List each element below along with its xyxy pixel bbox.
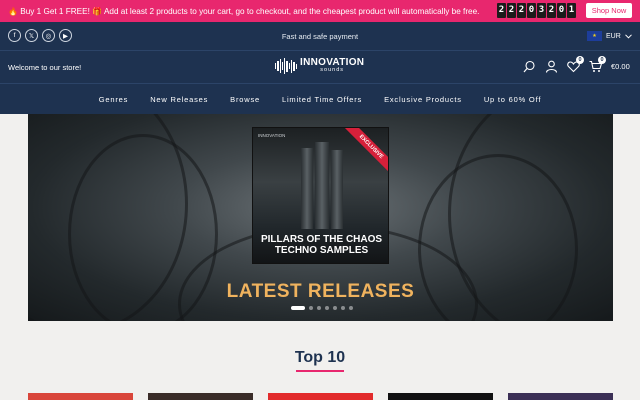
cover-pillar bbox=[315, 142, 329, 229]
top-info-bar: f 𝕏 ◎ ▶ Fast and safe payment ★ EUR bbox=[0, 22, 640, 50]
currency-selector[interactable]: ★ EUR bbox=[587, 31, 632, 41]
product-thumbnail[interactable] bbox=[388, 393, 493, 400]
countdown-digit: 2 bbox=[497, 3, 506, 18]
product-thumbnail[interactable] bbox=[28, 393, 133, 400]
slider-dot[interactable] bbox=[333, 306, 337, 310]
cart-count-badge: 0 bbox=[598, 56, 606, 64]
cover-title-line-2: TECHNO SAMPLES bbox=[274, 245, 369, 256]
countdown-timer: 2 2 2 0 3 2 0 1 bbox=[497, 3, 576, 18]
site-logo[interactable]: INNOVATION sounds bbox=[275, 58, 364, 74]
countdown-digit: 3 bbox=[537, 3, 546, 18]
slider-pagination bbox=[291, 306, 353, 310]
cart-icon[interactable]: 0 bbox=[589, 56, 606, 73]
nav-exclusive-products[interactable]: Exclusive Products bbox=[373, 95, 473, 104]
wishlist-count-badge: 0 bbox=[576, 56, 584, 64]
search-icon[interactable] bbox=[523, 60, 536, 73]
shop-now-button[interactable]: Shop Now bbox=[586, 3, 632, 18]
hero-caption: LATEST RELEASES bbox=[226, 281, 415, 302]
currency-label: EUR bbox=[606, 32, 621, 40]
slider-dot[interactable] bbox=[325, 306, 329, 310]
countdown-digit: 1 bbox=[567, 3, 576, 18]
cover-brand: INNOVATION bbox=[258, 133, 286, 138]
promo-headline: Buy 1 Get 1 FREE! bbox=[20, 6, 90, 16]
site-header: Welcome to our store! INNOVATION sounds … bbox=[0, 50, 640, 83]
cover-title: PILLARS OF THE CHAOS TECHNO SAMPLES bbox=[253, 234, 388, 256]
chevron-down-icon bbox=[624, 33, 632, 39]
header-actions: 0 0 €0.00 bbox=[523, 56, 630, 73]
exclusive-badge: EXCLUSIVE bbox=[342, 128, 388, 176]
promo-bar: 🔥 Buy 1 Get 1 FREE! 🎁 Add at least 2 pro… bbox=[0, 0, 640, 22]
account-icon[interactable] bbox=[545, 60, 558, 73]
promo-text: 🔥 Buy 1 Get 1 FREE! 🎁 Add at least 2 pro… bbox=[8, 7, 479, 16]
wishlist-icon[interactable]: 0 bbox=[567, 56, 584, 73]
slider-dot[interactable] bbox=[349, 306, 353, 310]
top10-heading-underline bbox=[296, 370, 344, 372]
slider-dot[interactable] bbox=[317, 306, 321, 310]
logo-subtitle: sounds bbox=[320, 67, 345, 74]
gift-icon: 🎁 bbox=[92, 6, 103, 16]
top10-heading: Top 10 bbox=[294, 349, 346, 366]
main-nav: Genres New Releases Browse Limited Time … bbox=[0, 83, 640, 114]
countdown-digit: 2 bbox=[517, 3, 526, 18]
countdown-digit: 0 bbox=[557, 3, 566, 18]
eu-flag-icon: ★ bbox=[587, 31, 602, 41]
hero-slider[interactable]: INNOVATION EXCLUSIVE PILLARS OF THE CHAO… bbox=[28, 114, 613, 321]
promo-detail: Add at least 2 products to your cart, go… bbox=[103, 6, 480, 16]
cover-title-line-1: PILLARS OF THE CHAOS bbox=[260, 234, 383, 245]
countdown-digit: 0 bbox=[527, 3, 536, 18]
nav-genres[interactable]: Genres bbox=[88, 95, 139, 104]
slider-dot[interactable] bbox=[341, 306, 345, 310]
logo-wave-icon bbox=[275, 58, 297, 74]
cover-pillar bbox=[301, 148, 313, 229]
welcome-message: Welcome to our store! bbox=[8, 63, 82, 72]
slider-dot[interactable] bbox=[309, 306, 313, 310]
cover-pillar bbox=[331, 150, 343, 229]
payment-tagline: Fast and safe payment bbox=[281, 32, 359, 41]
nav-new-releases[interactable]: New Releases bbox=[139, 95, 219, 104]
nav-browse[interactable]: Browse bbox=[219, 95, 271, 104]
cart-total[interactable]: €0.00 bbox=[611, 62, 630, 71]
fire-icon: 🔥 bbox=[8, 6, 18, 16]
product-thumbnail[interactable] bbox=[508, 393, 613, 400]
nav-limited-time-offers[interactable]: Limited Time Offers bbox=[271, 95, 373, 104]
product-thumbnail[interactable] bbox=[268, 393, 373, 400]
product-thumbnail[interactable] bbox=[148, 393, 253, 400]
nav-up-to-60-off[interactable]: Up to 60% Off bbox=[473, 95, 552, 104]
countdown-digit: 2 bbox=[547, 3, 556, 18]
product-cover[interactable]: INNOVATION EXCLUSIVE PILLARS OF THE CHAO… bbox=[252, 127, 389, 264]
countdown-digit: 2 bbox=[507, 3, 516, 18]
slider-dot[interactable] bbox=[291, 306, 305, 310]
